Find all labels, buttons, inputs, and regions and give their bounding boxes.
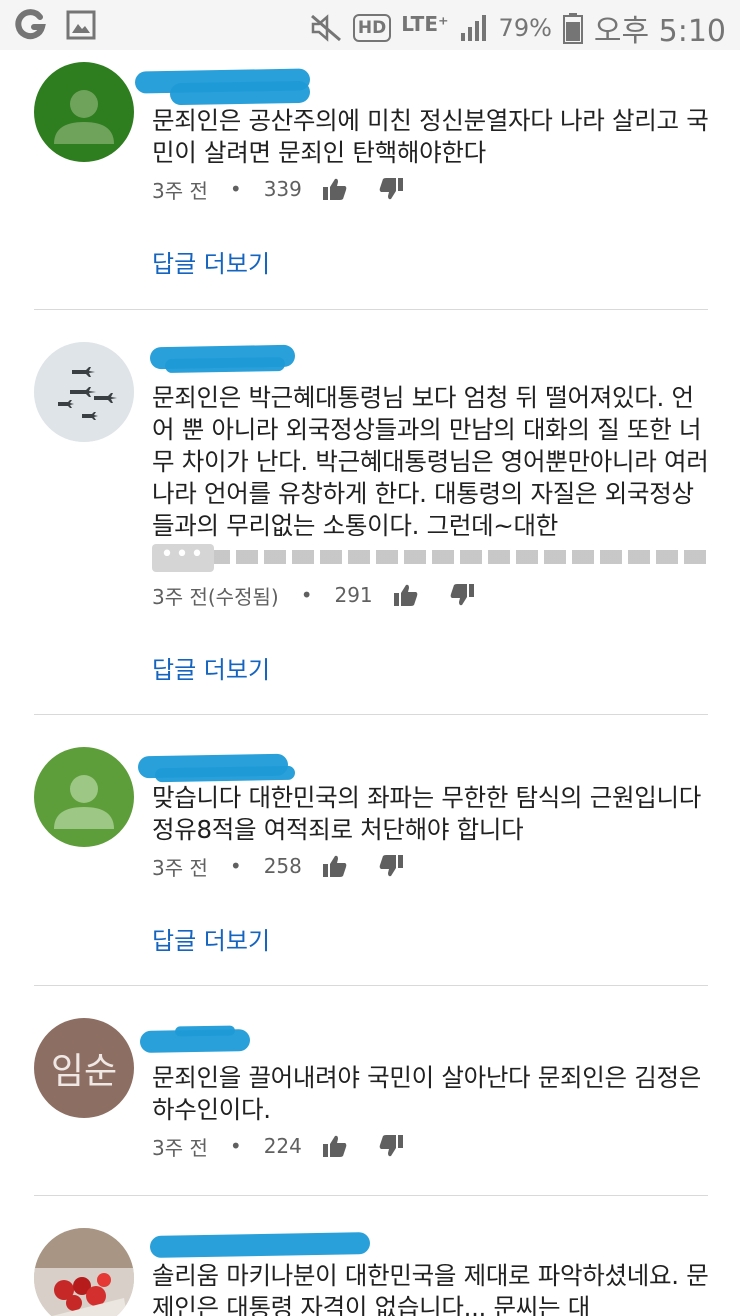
thumbs-up-icon[interactable] [322, 177, 348, 201]
avatar[interactable] [34, 1228, 134, 1316]
like-count: 224 [263, 1134, 302, 1158]
comment-item: 임순 문죄인을 끌어내려야 국민이 살아난다 문죄인은 김정은 하수인이다. 3… [0, 986, 740, 1194]
avatar-initials: 임순 [50, 1051, 118, 1092]
default-user-icon [54, 775, 114, 829]
clock: 오후 5:10 [593, 14, 726, 49]
thumbs-down-icon[interactable] [378, 177, 404, 201]
thumbs-up-icon[interactable] [393, 583, 419, 607]
like-count: 258 [263, 854, 302, 878]
like-count: 339 [263, 177, 302, 201]
comment-item: 문죄인은 박근혜대통령님 보다 엄청 뒤 떨어져있다. 언어 뿐 아니라 외국정… [0, 310, 740, 714]
more-replies-link[interactable]: 답글 더보기 [152, 650, 270, 685]
username-redacted [154, 765, 296, 783]
airplanes-avatar-image [34, 342, 134, 442]
thumbs-down-icon[interactable] [449, 583, 475, 607]
status-bar: HD LTE⁺ 79% 오후 5:10 [0, 0, 740, 50]
username-redacted [169, 80, 311, 106]
thumbs-up-icon[interactable] [322, 854, 348, 878]
carrier-logo-icon [15, 9, 46, 40]
comment-text: 문죄인을 끌어내려야 국민이 살아난다 문죄인은 김정은 하수인이다. [152, 1063, 701, 1124]
comment-time: 3주 전 [152, 178, 208, 203]
comment-meta: 3주 전 • 339 [152, 174, 434, 204]
status-left-icons [14, 9, 96, 41]
default-user-icon [54, 90, 114, 144]
comment-text: 맞습니다 대한민국의 좌파는 무한한 탐식의 근원입니다 정유8적을 여적죄로 … [152, 783, 701, 844]
username-redacted [149, 1232, 371, 1258]
comment-text: 문죄인은 박근혜대통령님 보다 엄청 뒤 떨어져있다. 언어 뿐 아니라 외국정… [152, 383, 709, 540]
separator: • [229, 177, 242, 201]
mute-icon [310, 14, 341, 42]
truncated-text-line [152, 542, 712, 564]
avatar[interactable] [34, 747, 134, 847]
comment-time: 3주 전 [152, 855, 208, 880]
comment-meta: 3주 전 • 258 [152, 851, 434, 881]
comment-item: 맞습니다 대한민국의 좌파는 무한한 탐식의 근원입니다 정유8적을 여적죄로 … [0, 715, 740, 985]
separator: • [300, 583, 313, 607]
thumbs-down-icon[interactable] [378, 854, 404, 878]
avatar[interactable] [34, 62, 134, 162]
more-replies-link[interactable]: 답글 더보기 [152, 921, 270, 956]
gallery-notification-icon [66, 10, 96, 40]
comment-text: 문죄인은 공산주의에 미친 정신분열자다 나라 살리고 국민이 살려면 문죄인 … [152, 106, 709, 167]
thumbs-up-icon[interactable] [322, 1134, 348, 1158]
avatar[interactable]: 임순 [34, 1018, 134, 1118]
comment-meta: 3주 전(수정됨) • 291 [152, 580, 505, 610]
comment-item: 문죄인은 공산주의에 미친 정신분열자다 나라 살리고 국민이 살려면 문죄인 … [0, 50, 740, 308]
username-redacted [164, 356, 286, 374]
comment-text: 솔리움 마키나분이 대한민국을 제대로 파악하셨네요. 문제인은 대통령 자격이… [152, 1261, 709, 1316]
hd-voice-icon: HD [352, 14, 392, 42]
flowers-avatar-image [34, 1228, 134, 1316]
comment-time: 3주 전 [152, 1135, 208, 1160]
like-count: 291 [334, 583, 373, 607]
avatar[interactable] [34, 342, 134, 442]
battery-percent: 79% [498, 14, 552, 42]
status-right-icons: HD LTE⁺ 79% 오후 5:10 [309, 6, 726, 50]
separator: • [229, 1134, 242, 1158]
comment-meta: 3주 전 • 224 [152, 1131, 434, 1161]
more-replies-link[interactable]: 답글 더보기 [152, 244, 270, 279]
comment-time: 3주 전(수정됨) [152, 584, 279, 609]
signal-icon [460, 15, 486, 41]
separator: • [229, 854, 242, 878]
username-redacted [174, 1025, 236, 1037]
lte-indicator: LTE⁺ [401, 12, 449, 36]
comment-item: 솔리움 마키나분이 대한민국을 제대로 파악하셨네요. 문제인은 대통령 자격이… [0, 1196, 740, 1316]
expand-text-button[interactable]: ••• [152, 544, 214, 572]
thumbs-down-icon[interactable] [378, 1134, 404, 1158]
battery-icon [562, 13, 583, 44]
